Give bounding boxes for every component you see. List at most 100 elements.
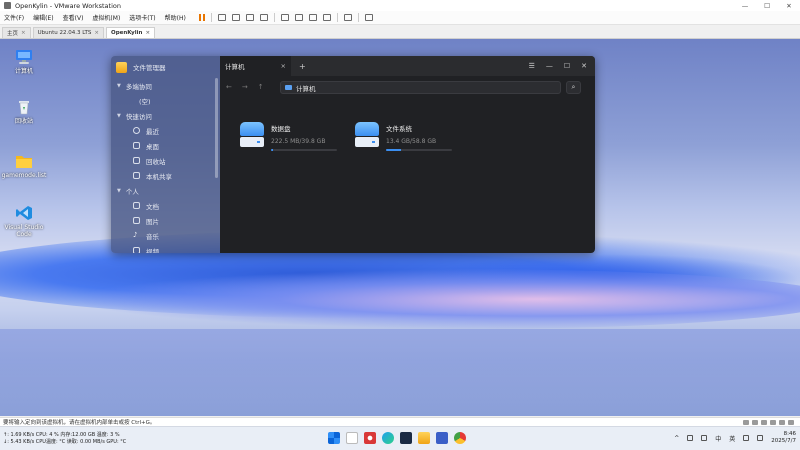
vmware-titlebar: OpenKylin - VMware Workstation — ☐ ✕	[0, 0, 800, 11]
sidebar-item-videos[interactable]: 视频	[111, 243, 220, 253]
close-button[interactable]: ✕	[778, 2, 800, 10]
menu-help[interactable]: 帮助(H)	[165, 13, 186, 22]
search-button[interactable]: ⌕	[566, 81, 581, 94]
ime-indicator[interactable]: 英	[729, 434, 735, 443]
monitor-icon	[16, 50, 32, 64]
start-icon[interactable]	[328, 432, 340, 444]
sidebar-item-recent[interactable]: 最近	[111, 123, 220, 138]
wallpaper-horizon	[0, 329, 800, 416]
sidebar-item-music[interactable]: ♪ 音乐	[111, 228, 220, 243]
app-icon[interactable]	[364, 432, 376, 444]
console-icon[interactable]	[343, 14, 352, 21]
close-icon[interactable]: ×	[281, 62, 286, 70]
menu-edit[interactable]: 编辑(E)	[33, 13, 53, 22]
library-icon[interactable]	[280, 14, 289, 21]
maximize-button[interactable]: ☐	[756, 2, 778, 10]
maximize-button[interactable]: ☐	[564, 62, 570, 70]
address-bar[interactable]: 计算机	[280, 81, 561, 94]
vmware-statusbar: 要将输入定向到该虚拟机，请在虚拟机内部单击或按 Ctrl+G。	[0, 417, 800, 426]
sidebar-item-share[interactable]: 本机共享	[111, 168, 220, 183]
snapshot-manager-icon[interactable]	[259, 14, 268, 21]
desktop-icon-gamemode[interactable]: gamemode.list	[1, 153, 47, 179]
file-manager-window[interactable]: 文件管理器 ▼ 多端协同 (空) ▼ 快速访问 最近 桌面 回收站 本机共享 ▼…	[111, 56, 595, 253]
volume-icon[interactable]	[757, 435, 764, 441]
cdrom-icon[interactable]	[752, 419, 758, 425]
sound-icon[interactable]	[779, 419, 785, 425]
sidebar-group-label: 个人	[125, 187, 139, 196]
chevron-up-icon[interactable]: ^	[674, 435, 679, 442]
wallpaper-wave	[80, 269, 800, 329]
vmware-icon[interactable]	[436, 432, 448, 444]
pause-icon[interactable]	[198, 14, 205, 21]
sidebar-item-label: 图片	[146, 217, 159, 226]
language-indicator[interactable]: 中	[715, 434, 721, 443]
sidebar-item-pictures[interactable]: 图片	[111, 213, 220, 228]
unity-icon[interactable]	[322, 14, 331, 21]
drive-filesystem[interactable]: 文件系统 13.4 GB/58.8 GB	[355, 122, 452, 151]
tab-ubuntu[interactable]: Ubuntu 22.04.3 LTS ×	[32, 27, 105, 38]
tab-ubuntu-label: Ubuntu 22.04.3 LTS	[37, 30, 92, 36]
tab-label: 计算机	[225, 63, 245, 71]
display-icon[interactable]	[788, 419, 794, 425]
tab-computer[interactable]: 计算机 ×	[220, 56, 291, 76]
menu-file[interactable]: 文件(F)	[4, 13, 24, 22]
desktop-icon-trash[interactable]: 回收站	[1, 99, 47, 125]
full-screen-icon[interactable]	[308, 14, 317, 21]
usb-icon[interactable]	[770, 419, 776, 425]
close-button[interactable]: ✕	[581, 62, 587, 70]
desktop-icon-computer[interactable]: 计算机	[1, 49, 47, 75]
taskbar-apps	[328, 432, 466, 444]
close-icon[interactable]: ×	[145, 30, 150, 36]
sidebar-item-documents[interactable]: 文档	[111, 198, 220, 213]
wifi-icon[interactable]	[743, 435, 750, 441]
new-tab-button[interactable]: +	[299, 62, 306, 71]
toolbar-separator	[336, 13, 338, 22]
sidebar-group-quick-access[interactable]: ▼ 快速访问	[111, 108, 220, 123]
sidebar-scrollbar[interactable]	[215, 78, 218, 178]
tray-app-icon[interactable]	[687, 435, 694, 441]
snapshot-icon[interactable]	[231, 14, 240, 21]
sidebar-item-desktop[interactable]: 桌面	[111, 138, 220, 153]
steam-icon[interactable]	[400, 432, 412, 444]
sidebar-item-label: (空)	[139, 97, 151, 106]
drive-data[interactable]: 数据盘 222.5 MB/39.8 GB	[240, 122, 337, 151]
drive-usage-fill	[386, 149, 402, 151]
revert-snapshot-icon[interactable]	[245, 14, 254, 21]
clock[interactable]: 8:46 2025/7/7	[771, 431, 796, 445]
menu-tabs[interactable]: 选项卡(T)	[129, 13, 155, 22]
computer-icon	[285, 85, 292, 90]
sidebar-group-collab[interactable]: ▼ 多端协同	[111, 78, 220, 93]
network-icon[interactable]	[761, 419, 767, 425]
forward-button[interactable]: →	[242, 83, 248, 91]
menu-vm[interactable]: 虚拟机(M)	[92, 13, 120, 22]
minimize-button[interactable]: —	[546, 62, 553, 70]
sidebar-group-personal[interactable]: ▼ 个人	[111, 183, 220, 198]
hdd-icon[interactable]	[743, 419, 749, 425]
system-tray: ^ 中 英 8:46 2025/7/7	[674, 431, 796, 445]
up-button[interactable]: ↑	[258, 83, 264, 91]
thumbnail-icon[interactable]	[294, 14, 303, 21]
tab-home[interactable]: 主页 ×	[2, 27, 31, 38]
tray-app-icon[interactable]	[701, 435, 708, 441]
address-text: 计算机	[296, 84, 316, 93]
close-icon[interactable]: ×	[21, 30, 26, 36]
folder-icon[interactable]	[418, 432, 430, 444]
back-button[interactable]: ←	[226, 83, 232, 91]
close-icon[interactable]: ×	[94, 30, 99, 36]
desktop-icon-label: gamemode.list	[1, 172, 47, 179]
minimize-button[interactable]: —	[734, 2, 756, 10]
send-keys-icon[interactable]	[217, 14, 226, 21]
desktop-icon-vscode[interactable]: Visual Studio Code	[1, 205, 47, 238]
drive-size: 13.4 GB/58.8 GB	[386, 138, 437, 145]
edge-icon[interactable]	[382, 432, 394, 444]
menu-icon[interactable]: ☰	[529, 62, 535, 70]
search-icon[interactable]	[346, 432, 358, 444]
menu-view[interactable]: 查看(V)	[63, 13, 84, 22]
sidebar-item-label: 回收站	[146, 157, 166, 166]
drive-name: 数据盘	[271, 125, 291, 133]
tab-openkylin[interactable]: OpenKylin ×	[106, 27, 156, 38]
sidebar-item-trash[interactable]: 回收站	[111, 153, 220, 168]
chrome-icon[interactable]	[454, 432, 466, 444]
sidebar-item-label: 桌面	[146, 142, 159, 151]
stretch-icon[interactable]	[364, 14, 373, 21]
